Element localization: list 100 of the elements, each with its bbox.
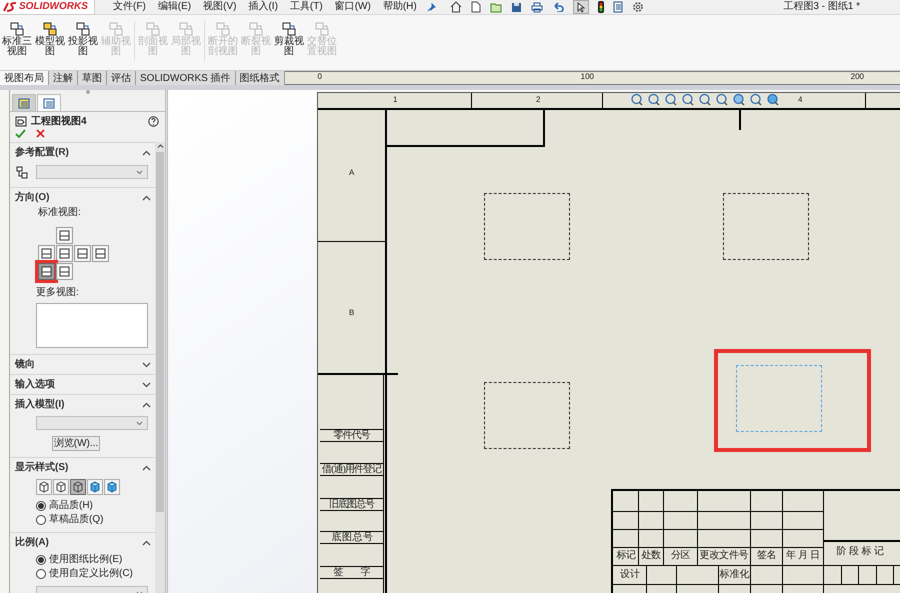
radio-button[interactable] (36, 501, 46, 511)
menu-item[interactable]: 工具(T) (290, 1, 323, 13)
scrollbar-thumb[interactable] (156, 152, 164, 512)
save-icon[interactable] (510, 2, 522, 12)
pointer-icon (576, 2, 585, 12)
menu-item[interactable]: 视图(V) (203, 1, 236, 13)
menu-item[interactable]: 插入(I) (248, 1, 278, 13)
display-style-button[interactable] (36, 479, 52, 495)
display-style-button[interactable] (87, 479, 103, 495)
menu-item[interactable]: 帮助(H) (382, 1, 417, 13)
help-icon[interactable] (148, 116, 159, 127)
expand-chevron-icon[interactable] (142, 362, 151, 368)
ribbon-button[interactable]: 剪裁视图 (273, 21, 305, 57)
menu-item[interactable]: 文件(F) (113, 1, 146, 13)
new-document-icon[interactable] (470, 1, 481, 13)
caret-icon (136, 420, 143, 426)
view-orientation-button[interactable] (56, 245, 73, 262)
section-title[interactable]: 插入模型(I) (15, 397, 64, 412)
view-orientation-button[interactable] (56, 263, 73, 280)
pin-icon[interactable] (426, 2, 436, 12)
home-icon[interactable] (450, 1, 462, 13)
expand-chevron-icon[interactable] (142, 382, 151, 388)
panel-tab[interactable] (12, 94, 36, 111)
title-block-label: 标记 (615, 549, 637, 563)
collapse-chevron-icon[interactable] (142, 194, 151, 200)
title-block-label: 处数 (640, 549, 662, 563)
radio-label: 使用图纸比例(E) (49, 554, 122, 566)
collapse-chevron-icon[interactable] (142, 464, 151, 470)
view-boundary[interactable] (484, 193, 570, 260)
open-folder-icon[interactable] (490, 2, 502, 12)
ruler-label: 100 (580, 72, 594, 82)
standard-views-label: 标准视图: (37, 207, 82, 219)
command-tab[interactable]: 注解 (49, 71, 78, 85)
command-tab[interactable]: 视图布局 (0, 71, 49, 85)
section-title[interactable]: 方向(O) (15, 190, 50, 205)
side-table-label: 底 图 总 号 (320, 531, 383, 544)
radio-button[interactable] (36, 569, 46, 579)
close-icon[interactable] (36, 129, 45, 138)
cube-icon (89, 481, 101, 493)
drawing-view-icon (42, 21, 58, 37)
section-title[interactable]: 比例(A) (15, 535, 49, 550)
drawing-view-icon (178, 21, 194, 37)
print-icon[interactable] (530, 2, 543, 12)
logo-mark-icon (3, 2, 17, 12)
command-tab[interactable]: 评估 (107, 71, 136, 85)
ribbon-button[interactable]: 模型视图 (34, 21, 66, 57)
collapse-chevron-icon[interactable] (142, 402, 151, 408)
panel-tab[interactable] (37, 94, 61, 111)
display-style-button[interactable] (70, 479, 86, 495)
more-views-label: 更多视图: (36, 287, 80, 299)
traffic-light-icon[interactable] (598, 1, 604, 13)
drawing-view-icon (15, 116, 27, 127)
command-tab[interactable]: SOLIDWORKS 插件 (136, 71, 236, 85)
view-orientation-button[interactable] (74, 245, 91, 262)
view-boundary[interactable] (723, 193, 809, 260)
drawing-view-icon (108, 21, 124, 37)
cube-icon (38, 481, 50, 493)
radio-button[interactable] (36, 515, 46, 525)
command-tab[interactable]: 图纸格式 (236, 71, 285, 85)
section-title[interactable]: 显示样式(S) (15, 460, 68, 475)
section-title[interactable]: 输入选项 (15, 377, 55, 392)
display-style-button[interactable] (104, 479, 120, 495)
caret-icon (136, 170, 143, 174)
dropdown-field[interactable] (36, 165, 148, 179)
settings-icon[interactable] (632, 1, 644, 13)
view-orientation-button[interactable] (56, 227, 73, 244)
cube-icon (55, 481, 67, 493)
section-title[interactable]: 镜向 (15, 357, 35, 372)
radio-label: 使用自定义比例(C) (49, 568, 133, 580)
confirm-icon[interactable] (15, 129, 26, 138)
menu-item[interactable]: 窗口(W) (334, 1, 371, 13)
configuration-icon (16, 166, 28, 178)
drawing-view-icon (248, 21, 264, 37)
command-tab[interactable]: 草图 (78, 71, 107, 85)
collapse-chevron-icon[interactable] (142, 540, 151, 546)
menu-item[interactable]: 编辑(E) (158, 1, 192, 13)
drawing-view-icon (215, 21, 231, 37)
list-icon[interactable] (612, 1, 623, 13)
zone-letter: B (349, 308, 354, 318)
scrollbar[interactable] (155, 142, 165, 593)
display-style-button[interactable] (53, 479, 69, 495)
title-block-label: 签名 (756, 549, 778, 563)
dropdown-field[interactable] (36, 416, 148, 430)
title-block-label: 年 月 日 (785, 549, 821, 563)
view-orientation-button[interactable] (38, 263, 55, 280)
select-button[interactable] (572, 0, 589, 14)
undo-icon[interactable] (552, 2, 564, 12)
scroll-up-icon[interactable] (156, 142, 164, 150)
view-orientation-button[interactable] (92, 245, 109, 262)
side-table-label: 签 字 (320, 566, 383, 579)
zone-letter: A (349, 168, 354, 178)
radio-button[interactable] (36, 555, 46, 565)
collapse-chevron-icon[interactable] (142, 150, 151, 156)
drawing-view-icon (9, 21, 25, 37)
view-boundary[interactable] (484, 382, 570, 449)
ribbon-button[interactable]: 标准三视图 (1, 21, 33, 57)
title-block-label: 分区 (670, 549, 692, 563)
browse-button[interactable]: 浏览(W)... (52, 436, 100, 451)
ribbon-button[interactable]: 投影视图 (67, 21, 99, 57)
section-title[interactable]: 参考配置(R) (15, 145, 69, 160)
